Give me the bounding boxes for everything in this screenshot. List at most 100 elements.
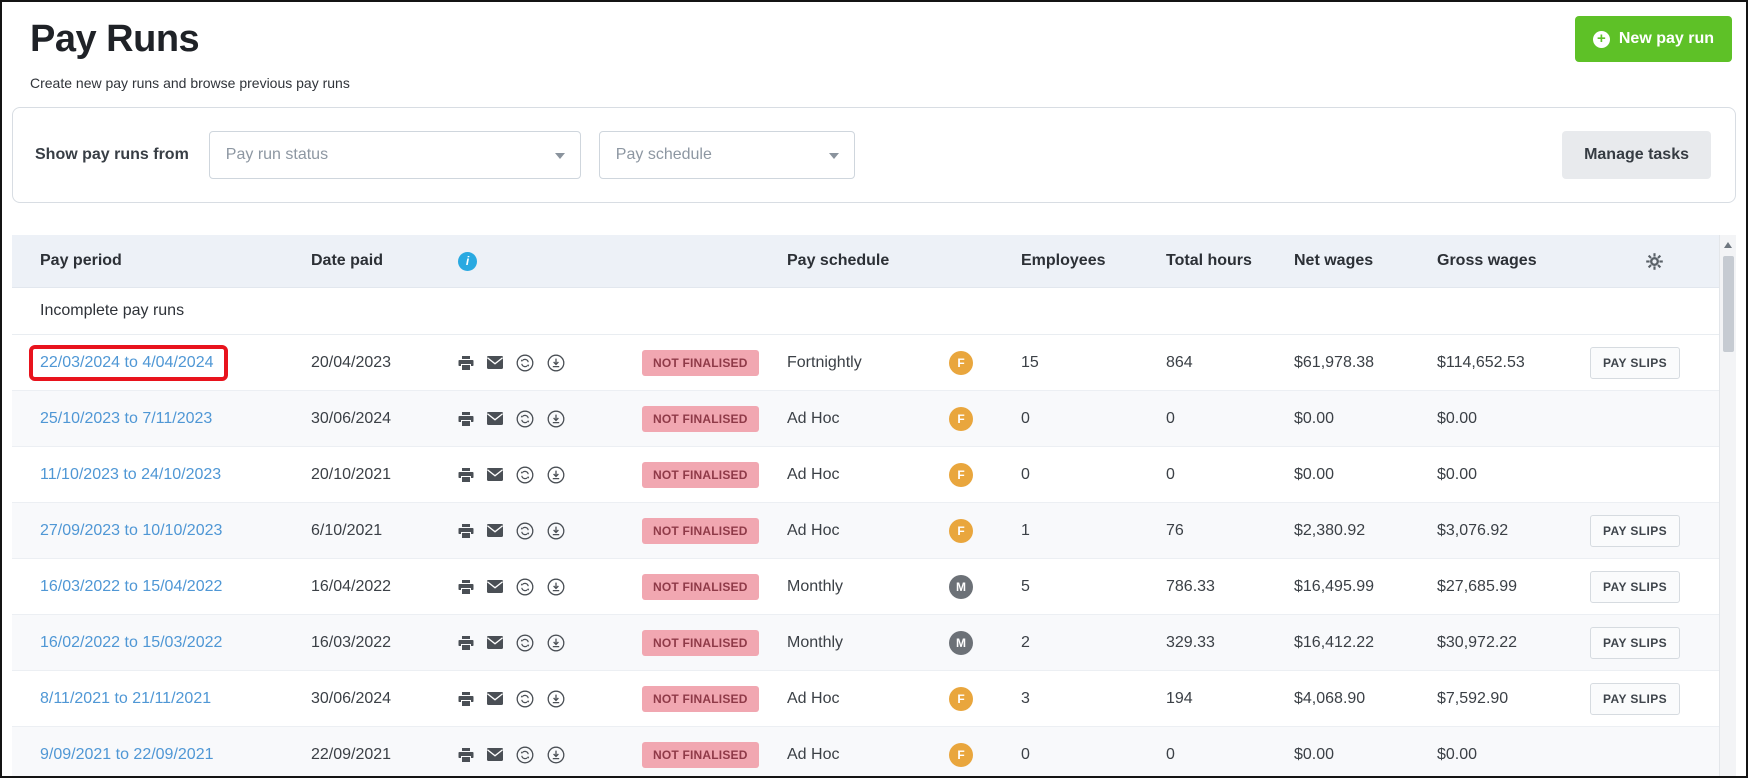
pay-period-link[interactable]: 16/02/2022 to 15/03/2022	[40, 634, 222, 651]
recurring-icon[interactable]	[516, 522, 534, 540]
email-icon[interactable]	[487, 524, 503, 537]
pay-run-status-dropdown[interactable]: Pay run status	[209, 131, 581, 179]
pay-slips-button[interactable]: PAY SLIPS	[1590, 627, 1680, 659]
print-payslips-icon[interactable]	[458, 747, 474, 763]
table-row[interactable]: 9/09/2021 to 22/09/2021 22/09/2021	[12, 727, 1719, 778]
status-cell: NOT FINALISED	[614, 350, 759, 376]
date-paid-cell: 30/06/2024	[283, 410, 430, 428]
email-icon[interactable]	[487, 692, 503, 705]
pay-slips-button[interactable]: PAY SLIPS	[1590, 515, 1680, 547]
pay-slips-button[interactable]: PAY SLIPS	[1590, 347, 1680, 379]
email-icon[interactable]	[487, 356, 503, 369]
status-badge: NOT FINALISED	[642, 574, 759, 600]
gross-wages-cell: $3,076.92	[1409, 522, 1562, 540]
recurring-icon[interactable]	[516, 354, 534, 372]
pay-slips-button[interactable]: PAY SLIPS	[1590, 683, 1680, 715]
pay-period-link[interactable]: 9/09/2021 to 22/09/2021	[40, 746, 214, 763]
pay-period-cell: 16/02/2022 to 15/03/2022	[40, 634, 222, 652]
row-actions	[430, 410, 614, 428]
pay-schedule-cell: Ad Hoc	[759, 522, 921, 540]
schedule-badge-cell: F	[921, 351, 993, 375]
download-icon[interactable]	[547, 522, 565, 540]
header-settings-cell	[1562, 253, 1719, 270]
download-icon[interactable]	[547, 746, 565, 764]
pay-schedule-dropdown[interactable]: Pay schedule	[599, 131, 855, 179]
table-row[interactable]: 16/03/2022 to 15/04/2022 16/04/2022	[12, 559, 1719, 615]
email-icon[interactable]	[487, 468, 503, 481]
pay-period-link[interactable]: 16/03/2022 to 15/04/2022	[40, 578, 222, 595]
status-badge: NOT FINALISED	[642, 630, 759, 656]
section-incomplete-pay-runs: Incomplete pay runs	[12, 288, 1719, 335]
recurring-icon[interactable]	[516, 466, 534, 484]
email-icon[interactable]	[487, 580, 503, 593]
date-paid-cell: 20/10/2021	[283, 466, 430, 484]
header-pay-schedule: Pay schedule	[759, 252, 921, 270]
employees-cell: 0	[993, 746, 1138, 764]
table-row[interactable]: 8/11/2021 to 21/11/2021 30/06/2024	[12, 671, 1719, 727]
pay-period-link[interactable]: 25/10/2023 to 7/11/2023	[40, 410, 212, 427]
pay-period-link[interactable]: 22/03/2024 to 4/04/2024	[40, 354, 214, 371]
download-icon[interactable]	[547, 634, 565, 652]
filter-panel: Show pay runs from Pay run status Pay sc…	[12, 107, 1736, 203]
table-row[interactable]: 11/10/2023 to 24/10/2023 20/10/2021	[12, 447, 1719, 503]
net-wages-cell: $0.00	[1266, 410, 1409, 428]
pay-slips-cell: PAY SLIPS	[1562, 515, 1719, 547]
table-row[interactable]: 27/09/2023 to 10/10/2023 6/10/2021	[12, 503, 1719, 559]
status-cell: NOT FINALISED	[614, 574, 759, 600]
pay-period-link[interactable]: 11/10/2023 to 24/10/2023	[40, 466, 221, 483]
scrollbar-thumb[interactable]	[1723, 256, 1734, 352]
schedule-frequency-badge: F	[949, 743, 973, 767]
row-actions	[430, 634, 614, 652]
schedule-frequency-badge: M	[949, 631, 973, 655]
pay-schedule-cell: Fortnightly	[759, 354, 921, 372]
download-icon[interactable]	[547, 578, 565, 596]
pay-slips-button[interactable]: PAY SLIPS	[1590, 571, 1680, 603]
table-scrollbar[interactable]	[1719, 235, 1736, 778]
download-icon[interactable]	[547, 354, 565, 372]
download-icon[interactable]	[547, 690, 565, 708]
table-row[interactable]: 16/02/2022 to 15/03/2022 16/03/2022	[12, 615, 1719, 671]
status-badge: NOT FINALISED	[642, 406, 759, 432]
download-icon[interactable]	[547, 466, 565, 484]
status-cell: NOT FINALISED	[614, 406, 759, 432]
total-hours-cell: 0	[1138, 466, 1266, 484]
print-payslips-icon[interactable]	[458, 411, 474, 427]
email-icon[interactable]	[487, 748, 503, 761]
row-actions	[430, 522, 614, 540]
print-payslips-icon[interactable]	[458, 467, 474, 483]
gross-wages-cell: $7,592.90	[1409, 690, 1562, 708]
recurring-icon[interactable]	[516, 578, 534, 596]
employees-cell: 2	[993, 634, 1138, 652]
scroll-up-button[interactable]	[1720, 235, 1736, 254]
download-icon[interactable]	[547, 410, 565, 428]
manage-tasks-button[interactable]: Manage tasks	[1562, 131, 1711, 179]
email-icon[interactable]	[487, 412, 503, 425]
net-wages-cell: $0.00	[1266, 466, 1409, 484]
gear-icon[interactable]	[1646, 253, 1663, 270]
recurring-icon[interactable]	[516, 690, 534, 708]
row-actions	[430, 578, 614, 596]
pay-schedule-cell: Ad Hoc	[759, 746, 921, 764]
pay-period-link[interactable]: 8/11/2021 to 21/11/2021	[40, 690, 211, 707]
chevron-down-icon	[555, 153, 565, 159]
table-row[interactable]: 22/03/2024 to 4/04/2024 20/04/2023	[12, 335, 1719, 391]
pay-period-link[interactable]: 27/09/2023 to 10/10/2023	[40, 522, 222, 539]
recurring-icon[interactable]	[516, 410, 534, 428]
print-payslips-icon[interactable]	[458, 635, 474, 651]
print-payslips-icon[interactable]	[458, 579, 474, 595]
email-icon[interactable]	[487, 636, 503, 649]
recurring-icon[interactable]	[516, 746, 534, 764]
header-info-cell	[430, 252, 614, 271]
new-pay-run-button[interactable]: New pay run	[1575, 16, 1732, 62]
pay-slips-cell: PAY SLIPS	[1562, 571, 1719, 603]
print-payslips-icon[interactable]	[458, 691, 474, 707]
plus-icon	[1593, 31, 1610, 48]
print-payslips-icon[interactable]	[458, 523, 474, 539]
table-row[interactable]: 25/10/2023 to 7/11/2023 30/06/2024	[12, 391, 1719, 447]
schedule-badge-cell: F	[921, 743, 993, 767]
print-payslips-icon[interactable]	[458, 355, 474, 371]
net-wages-cell: $4,068.90	[1266, 690, 1409, 708]
info-icon[interactable]	[458, 252, 477, 271]
table-body: 22/03/2024 to 4/04/2024 20/04/2023	[12, 335, 1719, 778]
recurring-icon[interactable]	[516, 634, 534, 652]
